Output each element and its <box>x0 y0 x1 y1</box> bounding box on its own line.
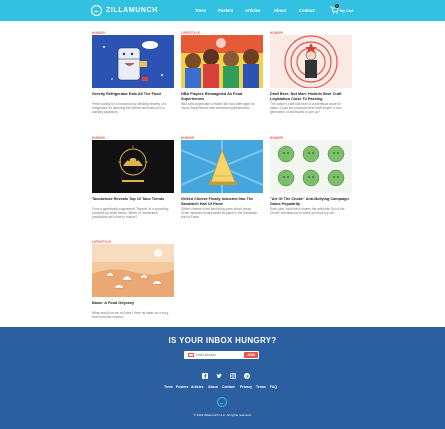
taco-trends-illustration <box>92 140 174 193</box>
article-image[interactable] <box>92 35 174 88</box>
footer-link-articles[interactable]: Articles <box>191 385 203 389</box>
zillamunch-mark-icon <box>91 5 102 16</box>
article-description: The nation's craft has been a contentiou… <box>270 102 342 114</box>
article-description: Each year, local fresh shares the artich… <box>270 207 345 215</box>
pinterest-icon[interactable] <box>244 373 250 379</box>
article-image[interactable] <box>270 35 352 88</box>
article-description: Grilled cheese is the best thing since s… <box>181 207 258 219</box>
article-title[interactable]: Basic: A Food Odyssey <box>92 301 174 306</box>
artichoke-illustration <box>270 140 352 193</box>
article-image[interactable] <box>181 140 263 193</box>
footer-link-terms[interactable]: Terms <box>256 385 266 389</box>
join-button[interactable]: JOIN <box>244 352 258 358</box>
article-title[interactable]: Greedy Refrigerator Eats All The Food <box>92 92 174 97</box>
footer-link-about[interactable]: About <box>208 385 218 389</box>
nav-trees[interactable]: Trees <box>195 8 206 13</box>
refrigerator-illustration <box>92 35 174 88</box>
nav-articles[interactable]: Articles <box>245 8 260 13</box>
cart-label: My Cart <box>340 9 354 13</box>
article-image[interactable] <box>92 244 174 297</box>
cart-count-badge: 1 <box>335 4 339 8</box>
article-image[interactable] <box>181 35 263 88</box>
newsletter-heading: IS YOUR INBOX HUNGRY? <box>168 336 277 345</box>
newsletter-form: JOIN <box>184 351 259 359</box>
footer-link-trees[interactable]: Trees <box>164 385 173 389</box>
beer-draft-illustration <box>270 35 352 88</box>
nba-superheroes-illustration <box>181 35 263 88</box>
article-description: Fresh quality for a humorous tip drinkin… <box>92 102 167 114</box>
email-input[interactable] <box>196 351 242 359</box>
article-description: From a genetically engineered 'Taconic' … <box>92 207 169 219</box>
nav-posters[interactable]: Posters <box>218 8 233 13</box>
article-title[interactable]: Draft Beer: Not Man: Historic Beer Craft… <box>270 92 352 101</box>
food-odyssey-illustration <box>92 244 174 297</box>
footer-link-posters[interactable]: Posters <box>176 385 188 389</box>
article-image[interactable] <box>270 140 352 193</box>
envelope-icon <box>188 353 194 357</box>
article-description: What would we eat on Mars? Here he takes… <box>92 311 169 319</box>
grilled-cheese-illustration <box>181 140 263 193</box>
nav-about[interactable]: About <box>274 8 286 13</box>
copyright-text: © 2016 Zillamunch LLC. All rights reserv… <box>193 413 252 417</box>
site-header: ZILLAMUNCH Trees Posters Articles About … <box>0 0 445 21</box>
footer-logo-icon[interactable] <box>217 397 227 407</box>
twitter-icon[interactable] <box>216 373 222 379</box>
article-title[interactable]: Grilled Cheese Finally Inducted Into The… <box>181 197 263 206</box>
footer-link-privacy[interactable]: Privacy <box>240 385 252 389</box>
article-description: NBA fans appreciate a match like food af… <box>181 102 255 110</box>
footer-link-faq[interactable]: FAQ <box>270 385 277 389</box>
cart-button[interactable]: 1 My Cart <box>330 4 356 16</box>
brand-name: ZILLAMUNCH <box>106 7 158 14</box>
site-footer: IS YOUR INBOX HUNGRY? JOIN Trees Posters… <box>0 327 445 429</box>
facebook-icon[interactable] <box>202 373 208 379</box>
footer-link-contact[interactable]: Contact <box>222 385 235 389</box>
article-title[interactable]: "Art Of The Choke" Anti-Bullying Campaig… <box>270 197 352 206</box>
article-title[interactable]: NBA Players Reimagined As Food Superhero… <box>181 92 263 101</box>
article-image[interactable] <box>92 140 174 193</box>
article-title[interactable]: Tacobeluse Reveals Top 10 Taco Trends <box>92 197 174 202</box>
instagram-icon[interactable] <box>230 373 236 379</box>
nav-contact[interactable]: Contact <box>299 8 315 13</box>
brand-logo[interactable]: ZILLAMUNCH <box>91 4 158 17</box>
